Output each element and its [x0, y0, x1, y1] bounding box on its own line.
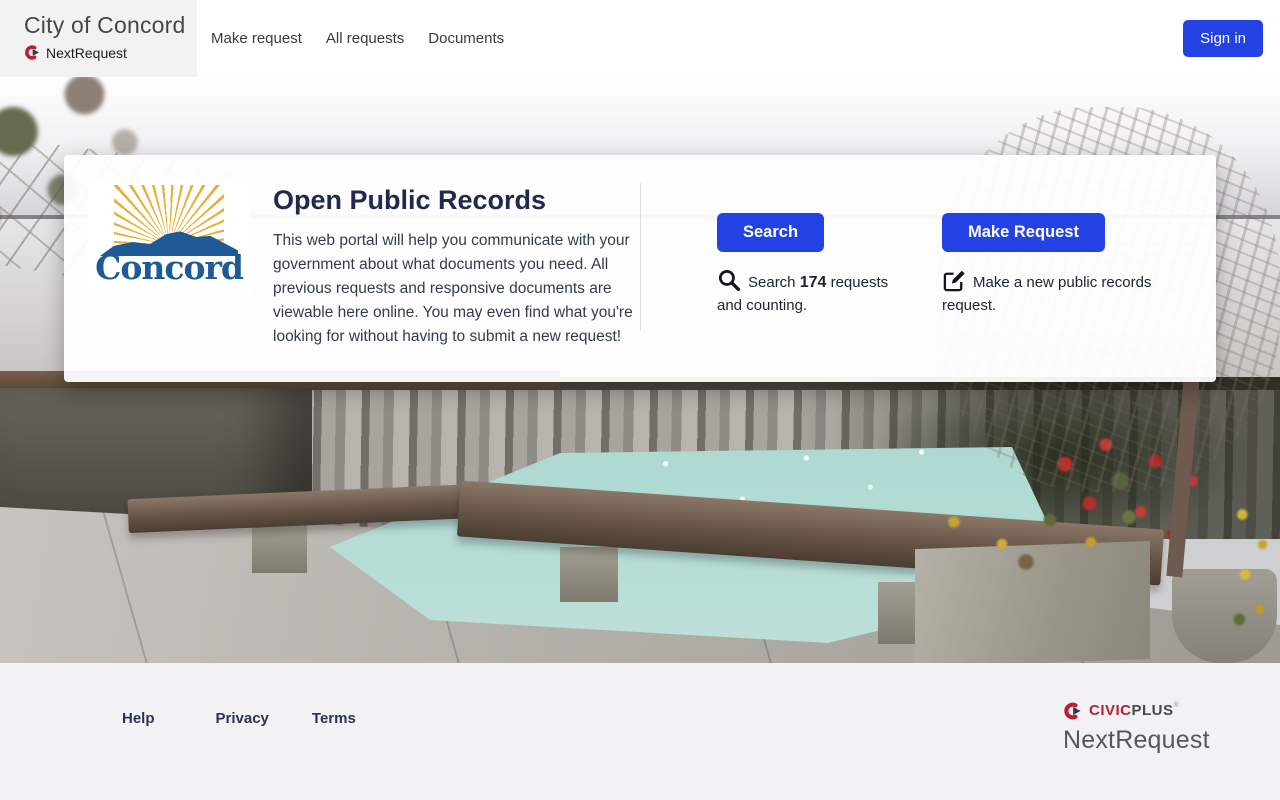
page-title: Open Public Records	[273, 185, 547, 215]
make-request-info: Make a new public records request.	[942, 268, 1160, 317]
search-button[interactable]: Search	[717, 213, 825, 252]
request-count: 174	[799, 274, 827, 291]
make-request-button[interactable]: Make Request	[942, 213, 1105, 252]
registered-mark: ®	[1173, 702, 1179, 709]
footer-nextrequest-brand: NextRequest	[1063, 726, 1210, 754]
make-request-info-text: Make a new public records request.	[942, 274, 1152, 314]
make-request-column: Make Request Make a new public records r…	[942, 213, 1160, 317]
footer-link-help[interactable]: Help	[122, 710, 155, 727]
nav-all-requests[interactable]: All requests	[326, 30, 404, 47]
concord-logo-wordmark: Concord	[95, 248, 244, 287]
footer-links: Help Privacy Terms	[122, 710, 356, 727]
footer-link-terms[interactable]: Terms	[312, 710, 356, 727]
footer-link-privacy[interactable]: Privacy	[216, 710, 269, 727]
hero-photo-yellow-flowers	[1222, 492, 1280, 642]
nav-make-request[interactable]: Make request	[211, 30, 302, 47]
page-footer: Help Privacy Terms CIVICPLUS® NextReques…	[0, 663, 1280, 800]
search-column: Search Search 174 requests and counting.	[717, 213, 895, 317]
nav-documents[interactable]: Documents	[428, 30, 504, 47]
civicplus-plus-text: PLUS	[1131, 702, 1174, 719]
sign-in-button[interactable]: Sign in	[1183, 20, 1263, 57]
search-info: Search 174 requests and counting.	[717, 268, 895, 317]
hero-photo-bench-leg	[252, 525, 307, 573]
nextrequest-brand: NextRequest	[46, 44, 127, 61]
civicplus-civic-text: CIVIC	[1089, 702, 1132, 719]
search-icon	[718, 269, 741, 292]
hero-section: Concord Open Public Records This web por…	[0, 77, 1280, 663]
main-nav: Make request All requests Documents	[197, 0, 504, 77]
top-header: City of Concord NextRequest Make request…	[0, 0, 1280, 77]
concord-city-logo: Concord	[88, 180, 250, 295]
site-logo-block[interactable]: City of Concord NextRequest	[0, 0, 197, 77]
pencil-square-icon	[943, 270, 965, 292]
card-divider	[640, 183, 641, 331]
portal-description: This web portal will help you communicat…	[273, 232, 633, 345]
hero-photo-mixed-flowers	[918, 482, 1158, 582]
nextrequest-cp-icon	[25, 45, 39, 60]
civicplus-brand-block: CIVICPLUS® NextRequest	[1063, 701, 1210, 755]
site-title: City of Concord	[24, 12, 186, 38]
civicplus-cp-icon	[1064, 702, 1081, 720]
search-info-prefix: Search	[748, 274, 796, 291]
open-records-card: Concord Open Public Records This web por…	[64, 155, 1216, 382]
hero-photo-bench-leg	[560, 547, 618, 602]
